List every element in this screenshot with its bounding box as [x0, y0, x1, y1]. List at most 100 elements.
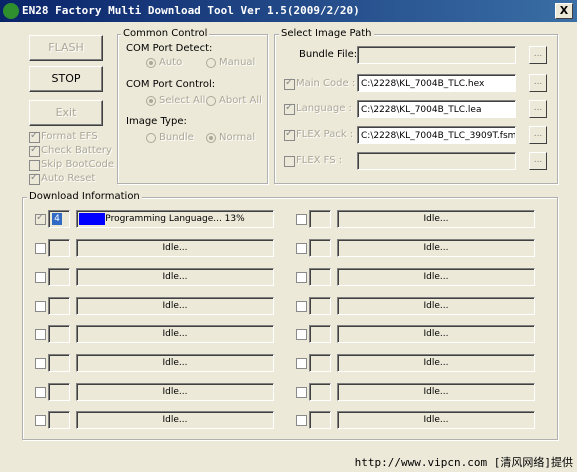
port-status: Idle...: [337, 411, 535, 429]
port-id-box: [48, 383, 70, 401]
exit-button[interactable]: Exit: [29, 100, 103, 126]
select-all-radio[interactable]: [146, 96, 156, 106]
flex-fs-checkbox[interactable]: [284, 156, 295, 167]
port-status: Idle...: [76, 354, 274, 372]
bundle-file-field[interactable]: [357, 46, 516, 64]
port-status: Idle...: [76, 325, 274, 343]
normal-radio[interactable]: [206, 133, 216, 143]
radio-dot-icon: [149, 99, 153, 103]
port-id-box: [309, 210, 331, 228]
port-status: Idle...: [337, 268, 535, 286]
port-checkbox[interactable]: [296, 214, 307, 225]
port-status: Idle...: [76, 239, 274, 257]
format-efs-label: Format EFS: [41, 131, 98, 142]
auto-label: Auto: [159, 57, 183, 68]
check-icon: ✓: [285, 102, 294, 113]
flash-button[interactable]: FLASH: [29, 35, 103, 61]
port-id-box: [48, 354, 70, 372]
select-all-label: Select All: [159, 95, 206, 106]
port-status: Idle...: [76, 268, 274, 286]
port-status: Programming Language... 13%: [76, 210, 274, 228]
bundle-radio[interactable]: [146, 133, 156, 143]
check-icon: ✓: [285, 128, 294, 139]
port-id-box: [309, 297, 331, 315]
radio-dot-icon: [209, 136, 213, 140]
port-status: Idle...: [337, 325, 535, 343]
port-checkbox[interactable]: [35, 358, 46, 369]
manual-radio[interactable]: [206, 58, 216, 68]
port-status-text: Programming Language... 13%: [105, 214, 245, 224]
check-battery-label: Check Battery: [41, 145, 112, 156]
title-bar: EN28 Factory Multi Download Tool Ver 1.5…: [0, 0, 577, 22]
bundle-browse-button[interactable]: ...: [529, 46, 547, 64]
port-checkbox[interactable]: [35, 301, 46, 312]
manual-label: Manual: [219, 57, 256, 68]
language-field[interactable]: C:\2228\KL_7004B_TLC.lea: [357, 100, 516, 118]
port-checkbox[interactable]: [35, 243, 46, 254]
check-icon: ✓: [30, 144, 39, 155]
check-icon: ✓: [30, 172, 39, 183]
flex-pack-browse-button[interactable]: ...: [529, 126, 547, 144]
format-efs-checkbox[interactable]: ✓: [29, 130, 40, 143]
check-icon: ✓: [36, 212, 45, 223]
flex-fs-field[interactable]: [357, 152, 516, 170]
abort-all-radio[interactable]: [206, 96, 216, 106]
flex-fs-browse-button[interactable]: ...: [529, 152, 547, 170]
download-info-title: Download Information: [27, 191, 142, 202]
port-checkbox[interactable]: [296, 415, 307, 426]
port-id-box: [309, 383, 331, 401]
image-path-title: Select Image Path: [279, 28, 374, 39]
com-port-detect-label: COM Port Detect:: [126, 43, 213, 54]
port-checkbox[interactable]: [35, 415, 46, 426]
auto-reset-label: Auto Reset: [41, 173, 96, 184]
flex-pack-field[interactable]: C:\2228\KL_7004B_TLC_3909T.fsm: [357, 126, 516, 144]
language-browse-button[interactable]: ...: [529, 100, 547, 118]
radio-dot-icon: [149, 61, 153, 65]
skip-bootcode-label: Skip BootCode: [41, 159, 115, 170]
check-battery-checkbox[interactable]: ✓: [29, 144, 40, 157]
app-window: EN28 Factory Multi Download Tool Ver 1.5…: [0, 0, 577, 472]
main-code-checkbox[interactable]: ✓: [284, 77, 295, 90]
port-status: Idle...: [76, 383, 274, 401]
language-label: Language :: [296, 103, 352, 114]
image-type-label: Image Type:: [126, 116, 187, 127]
port-checkbox[interactable]: [296, 301, 307, 312]
port-status: Idle...: [337, 354, 535, 372]
port-status: Idle...: [76, 297, 274, 315]
port-id-box: [48, 297, 70, 315]
auto-radio[interactable]: [146, 58, 156, 68]
port-checkbox[interactable]: [296, 329, 307, 340]
skip-bootcode-checkbox[interactable]: [29, 160, 40, 171]
progress-bar-fill: [79, 213, 105, 225]
port-id-box: [309, 411, 331, 429]
port-status: Idle...: [337, 210, 535, 228]
port-checkbox[interactable]: [296, 387, 307, 398]
window-title: EN28 Factory Multi Download Tool Ver 1.5…: [22, 4, 360, 17]
flex-pack-checkbox[interactable]: ✓: [284, 128, 295, 141]
port-checkbox[interactable]: ✓: [35, 212, 46, 225]
port-status: Idle...: [337, 297, 535, 315]
port-id-box: [309, 239, 331, 257]
download-info-group: [22, 197, 558, 440]
flex-pack-label: FLEX Pack :: [296, 129, 354, 140]
port-checkbox[interactable]: [296, 358, 307, 369]
port-checkbox[interactable]: [296, 272, 307, 283]
check-icon: ✓: [285, 77, 294, 88]
abort-all-label: Abort All: [219, 95, 262, 106]
port-checkbox[interactable]: [35, 387, 46, 398]
auto-reset-checkbox[interactable]: ✓: [29, 172, 40, 185]
port-checkbox[interactable]: [296, 243, 307, 254]
port-status: Idle...: [76, 411, 274, 429]
com-port-control-label: COM Port Control:: [126, 79, 216, 90]
port-checkbox[interactable]: [35, 329, 46, 340]
port-id-box: [48, 239, 70, 257]
watermark: http://www.vipcn.com [清风网络]提供: [354, 456, 573, 469]
port-checkbox[interactable]: [35, 272, 46, 283]
common-control-title: Common Control: [121, 28, 210, 39]
stop-button[interactable]: STOP: [29, 66, 103, 92]
port-id: 4: [52, 213, 62, 225]
main-code-field[interactable]: C:\2228\KL_7004B_TLC.hex: [357, 74, 516, 92]
main-code-browse-button[interactable]: ...: [529, 74, 547, 92]
language-checkbox[interactable]: ✓: [284, 102, 295, 115]
close-button[interactable]: X: [555, 3, 573, 19]
